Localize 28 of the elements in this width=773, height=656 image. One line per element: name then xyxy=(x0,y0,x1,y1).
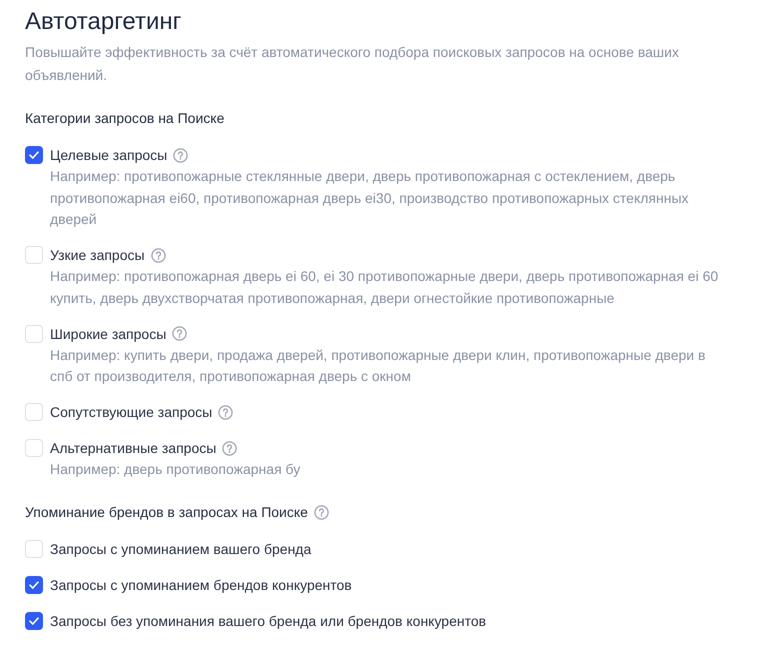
help-icon[interactable] xyxy=(314,504,329,520)
page-title: Автотаргетинг xyxy=(25,7,182,37)
checkmark-icon xyxy=(29,151,39,159)
help-icon[interactable] xyxy=(218,404,234,420)
help-icon[interactable] xyxy=(150,248,166,262)
example-text: Например: дверь противопожарная бу xyxy=(50,460,302,479)
checkbox[interactable] xyxy=(25,576,43,594)
checkmark-icon xyxy=(29,617,39,625)
checkbox[interactable] xyxy=(25,146,43,164)
section-heading: Упоминание брендов в запросах на Поиске xyxy=(25,503,308,522)
checkbox[interactable] xyxy=(25,612,43,630)
section-heading: Категории запросов на Поиске xyxy=(25,109,224,128)
example-text: Например: противопожарные стеклянные двери, дверь противопожарная с остеклением, дверь противопожарная ei60, противопожарная дверь ei30, производство противопожарных стеклянных дверей xyxy=(50,167,690,229)
checkbox-label[interactable]: Узкие запросы xyxy=(50,245,145,265)
help-icon[interactable] xyxy=(222,440,238,456)
checkbox-label[interactable]: Запросы с упоминанием вашего бренда xyxy=(50,539,312,559)
example-text: Например: купить двери, продажа дверей, противопожарные двери клин, противопожарные двери в спб от производителя, противопожарная дверь с окном xyxy=(50,346,706,386)
checkbox-label[interactable]: Запросы без упоминания вашего бренда или брендов конкурентов xyxy=(50,611,486,631)
checkbox-label[interactable]: Альтернативные запросы xyxy=(50,438,216,458)
checkmark-icon xyxy=(29,581,39,589)
checkbox-label[interactable]: Целевые запросы xyxy=(50,145,168,165)
page-description: Повышайте эффективность за счёт автоматического подбора поисковых запросов на основе ваших объявлений. xyxy=(25,43,680,85)
help-icon[interactable] xyxy=(173,148,188,162)
help-icon[interactable] xyxy=(172,326,188,341)
checkbox-label[interactable]: Широкие запросы xyxy=(50,324,166,344)
checkbox-label[interactable]: Сопутствующие запросы xyxy=(50,402,212,422)
checkbox-label[interactable]: Запросы с упоминанием брендов конкурентов xyxy=(50,575,352,595)
example-text: Например: противопожарная дверь ei 60, ei 30 противопожарные двери, дверь противопожарная ei 60 купить, дверь двухстворчатая противопожарная, двери огнестойкие противопожарные xyxy=(50,267,720,308)
